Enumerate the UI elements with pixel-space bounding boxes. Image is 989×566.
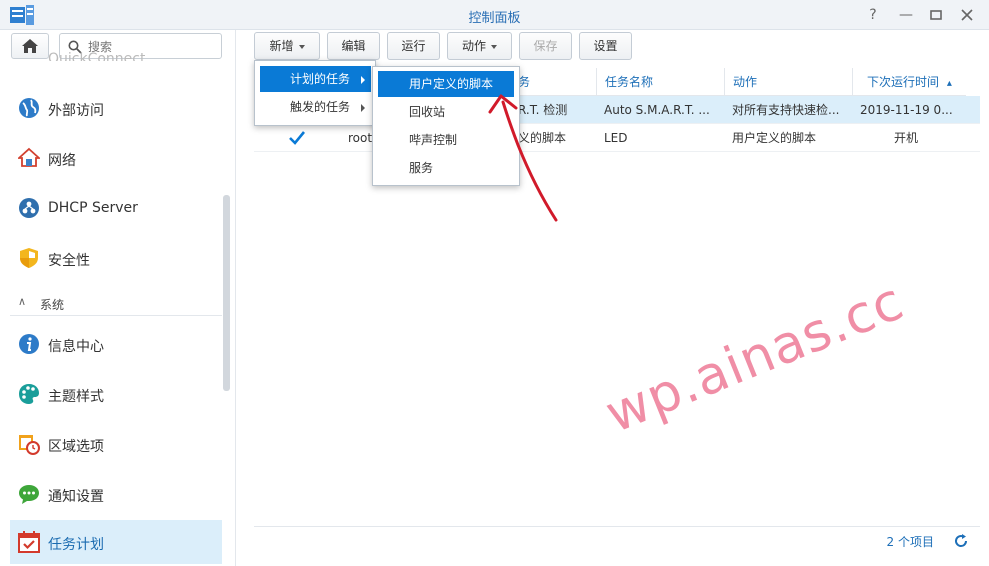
shield-icon — [20, 248, 38, 268]
action-label: 动作 — [461, 39, 486, 53]
close-icon — [961, 9, 973, 21]
sidebar-item-label: 外部访问 — [48, 103, 104, 119]
action-button[interactable]: 动作 — [447, 32, 512, 60]
edit-button[interactable]: 编辑 — [327, 32, 380, 60]
sidebar-item-security[interactable]: 安全性 — [10, 236, 222, 280]
maximize-button[interactable] — [926, 5, 946, 25]
cell-task-name: Auto S.M.A.R.T. ... — [604, 103, 710, 117]
cell-next-run: 开机 — [894, 131, 919, 145]
sidebar-item-label: DHCP Server — [48, 200, 138, 216]
create-button[interactable]: 新增 — [254, 32, 320, 60]
sidebar-item-label: 安全性 — [48, 253, 90, 269]
dhcp-icon — [19, 198, 39, 218]
caret-down-icon — [491, 44, 497, 49]
menu-item-label: 计划的任务 — [290, 72, 351, 86]
refresh-icon[interactable] — [954, 534, 968, 548]
help-button[interactable]: ? — [863, 5, 883, 25]
palette-icon — [19, 384, 39, 404]
sidebar-item-label: 主题样式 — [48, 389, 104, 405]
menu-item-label: 触发的任务 — [290, 100, 351, 114]
submenu-arrow-icon — [361, 104, 365, 112]
info-icon — [19, 334, 39, 354]
maximize-icon — [930, 10, 942, 20]
grid-footer: 2 个项目 — [254, 526, 980, 554]
sidebar-item-regional-options[interactable]: 区域选项 — [10, 422, 222, 466]
sidebar-item-label: 信息中心 — [48, 339, 104, 355]
annotation-arrow — [488, 94, 558, 222]
cell-next-run: 2019-11-19 0... — [860, 103, 953, 117]
sidebar-item-quickconnect[interactable]: QuickConnect — [48, 51, 145, 61]
table-row[interactable]: root 义的脚本 LED 用户定义的脚本 开机 — [254, 124, 980, 152]
sidebar: QuickConnect 外部访问 网络 DHCP Server 安全性 ∧ — [0, 30, 236, 566]
sidebar-item-external-access[interactable]: 外部访问 — [10, 86, 222, 130]
home-network-icon — [18, 147, 40, 167]
section-system[interactable]: ∧ 系统 — [10, 292, 222, 316]
sidebar-item-info-center[interactable]: 信息中心 — [10, 322, 222, 366]
next-run-label: 下次运行时间 — [867, 75, 940, 89]
cell-user: root — [348, 131, 373, 145]
cell-task-name: LED — [604, 131, 628, 145]
create-label: 新增 — [269, 39, 294, 53]
sidebar-item-network[interactable]: 网络 — [10, 136, 222, 180]
run-button[interactable]: 运行 — [387, 32, 440, 60]
chat-icon — [19, 485, 39, 504]
home-icon — [22, 39, 38, 53]
cell-action: 用户定义的脚本 — [732, 131, 817, 145]
column-header-task-name[interactable]: 任务名称 — [596, 68, 724, 96]
sort-ascending-icon: ▴ — [946, 78, 952, 89]
item-count: 2 个项目 — [886, 535, 934, 549]
column-header-action[interactable]: 动作 — [724, 68, 852, 96]
sidebar-item-dhcp-server[interactable]: DHCP Server — [10, 186, 222, 230]
sidebar-item-label: 任务计划 — [48, 537, 104, 553]
sidebar-item-theme[interactable]: 主题样式 — [10, 372, 222, 416]
sidebar-item-label: 区域选项 — [48, 439, 104, 455]
window-title: 控制面板 — [468, 11, 521, 26]
submenu-arrow-icon — [361, 76, 365, 84]
task-calendar-icon — [18, 531, 40, 553]
column-header-next-run[interactable]: 下次运行时间 ▴ — [852, 68, 966, 96]
sidebar-item-task-scheduler[interactable]: 任务计划 — [10, 520, 222, 564]
title-bar: 控制面板 ? — — [0, 0, 989, 30]
minimize-button[interactable]: — — [896, 5, 916, 25]
globe-icon — [19, 98, 39, 118]
clock-calendar-icon — [19, 435, 40, 455]
menu-item-triggered-task[interactable]: 触发的任务 — [260, 94, 371, 120]
checkmark-icon[interactable] — [288, 129, 306, 147]
sidebar-item-label: 网络 — [48, 153, 76, 169]
caret-down-icon — [298, 44, 305, 49]
menu-item-scheduled-task[interactable]: 计划的任务 — [260, 66, 371, 92]
save-button[interactable]: 保存 — [519, 32, 572, 60]
settings-button[interactable]: 设置 — [579, 32, 632, 60]
create-menu: 计划的任务 触发的任务 — [254, 60, 376, 126]
close-button[interactable] — [957, 5, 977, 25]
sidebar-item-label: 通知设置 — [48, 489, 104, 505]
chevron-up-icon: ∧ — [18, 295, 27, 308]
section-label: 系统 — [40, 298, 65, 312]
sidebar-item-notification[interactable]: 通知设置 — [10, 472, 222, 516]
home-button[interactable] — [11, 33, 49, 59]
cell-action: 对所有支持快速检... — [732, 103, 840, 117]
sidebar-scrollbar[interactable] — [223, 195, 230, 391]
